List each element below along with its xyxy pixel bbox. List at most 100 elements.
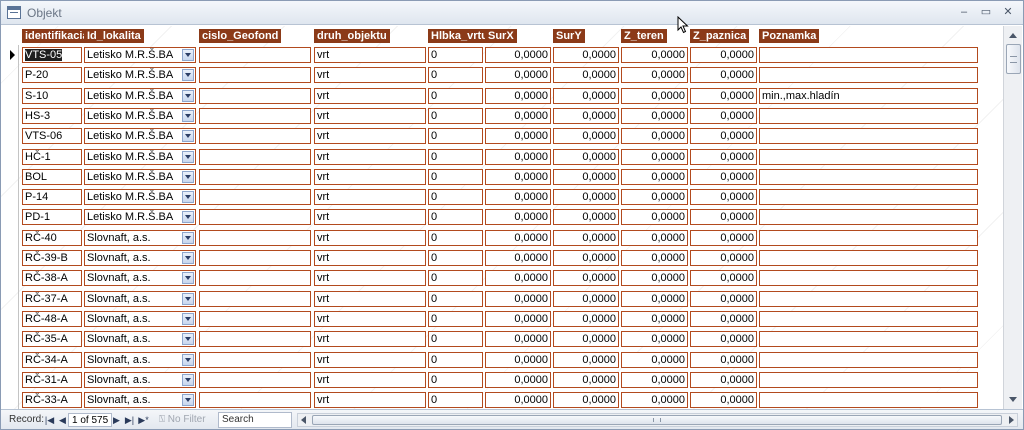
identifikacia-field[interactable]: VTS-05 bbox=[22, 47, 82, 63]
hlbka-vrtu-field[interactable]: 0 bbox=[428, 270, 483, 287]
cislo-geofond-field[interactable] bbox=[199, 168, 311, 185]
identifikacia-field[interactable]: RČ-38-A bbox=[22, 270, 82, 287]
poznamka-field[interactable] bbox=[759, 290, 978, 307]
surx-field[interactable]: 0,0000 bbox=[485, 351, 551, 368]
z-paznica-field[interactable]: 0,0000 bbox=[690, 209, 757, 226]
poznamka-field[interactable] bbox=[759, 371, 978, 388]
z-paznica-field[interactable]: 0,0000 bbox=[690, 270, 757, 287]
druh-objektu-field[interactable]: vrt bbox=[314, 371, 426, 388]
hlbka-vrtu-field[interactable]: 0 bbox=[428, 189, 483, 206]
lokalita-combobox[interactable]: Letisko M.R.Š.BA bbox=[84, 87, 196, 104]
record-selector[interactable] bbox=[3, 85, 19, 107]
horizontal-scrollbar[interactable] bbox=[297, 413, 1018, 427]
record-selector[interactable] bbox=[3, 65, 19, 87]
z-paznica-field[interactable]: 0,0000 bbox=[690, 47, 757, 63]
surx-field[interactable]: 0,0000 bbox=[485, 392, 551, 409]
druh-objektu-field[interactable]: vrt bbox=[314, 209, 426, 226]
record-selector[interactable] bbox=[3, 288, 19, 310]
surx-field[interactable]: 0,0000 bbox=[485, 209, 551, 226]
druh-objektu-field[interactable]: vrt bbox=[314, 290, 426, 307]
druh-objektu-field[interactable]: vrt bbox=[314, 392, 426, 409]
z-paznica-field[interactable]: 0,0000 bbox=[690, 107, 757, 124]
lokalita-combobox[interactable]: Slovnaft, a.s. bbox=[84, 270, 196, 287]
dropdown-arrow-icon[interactable] bbox=[182, 191, 194, 204]
last-record-icon[interactable]: ▶| bbox=[124, 413, 135, 427]
cislo-geofond-field[interactable] bbox=[199, 371, 311, 388]
record-selector[interactable] bbox=[3, 369, 19, 391]
lokalita-combobox[interactable]: Slovnaft, a.s. bbox=[84, 250, 196, 266]
dropdown-arrow-icon[interactable] bbox=[182, 353, 194, 366]
cislo-geofond-field[interactable] bbox=[199, 148, 311, 165]
druh-objektu-field[interactable]: vrt bbox=[314, 128, 426, 145]
surx-field[interactable]: 0,0000 bbox=[485, 168, 551, 185]
druh-objektu-field[interactable]: vrt bbox=[314, 331, 426, 348]
surx-field[interactable]: 0,0000 bbox=[485, 67, 551, 84]
lokalita-combobox[interactable]: Letisko M.R.Š.BA bbox=[84, 128, 196, 145]
lokalita-combobox[interactable]: Letisko M.R.Š.BA bbox=[84, 107, 196, 124]
sury-field[interactable]: 0,0000 bbox=[553, 128, 619, 145]
cislo-geofond-field[interactable] bbox=[199, 270, 311, 287]
hlbka-vrtu-field[interactable]: 0 bbox=[428, 331, 483, 348]
z-teren-field[interactable]: 0,0000 bbox=[621, 331, 688, 348]
surx-field[interactable]: 0,0000 bbox=[485, 290, 551, 307]
cislo-geofond-field[interactable] bbox=[199, 290, 311, 307]
scroll-right-icon[interactable] bbox=[1005, 414, 1017, 426]
minimize-icon[interactable]: – bbox=[955, 5, 973, 20]
identifikacia-field[interactable]: BOL bbox=[22, 168, 82, 185]
lokalita-combobox[interactable]: Letisko M.R.Š.BA bbox=[84, 148, 196, 165]
vertical-scrollbar[interactable] bbox=[1003, 26, 1022, 409]
poznamka-field[interactable] bbox=[759, 310, 978, 327]
z-teren-field[interactable]: 0,0000 bbox=[621, 67, 688, 84]
hlbka-vrtu-field[interactable]: 0 bbox=[428, 371, 483, 388]
druh-objektu-field[interactable]: vrt bbox=[314, 148, 426, 165]
surx-field[interactable]: 0,0000 bbox=[485, 148, 551, 165]
sury-field[interactable]: 0,0000 bbox=[553, 107, 619, 124]
record-selector[interactable] bbox=[3, 126, 19, 148]
sury-field[interactable]: 0,0000 bbox=[553, 148, 619, 165]
poznamka-field[interactable] bbox=[759, 229, 978, 246]
surx-field[interactable]: 0,0000 bbox=[485, 107, 551, 124]
lokalita-combobox[interactable]: Slovnaft, a.s. bbox=[84, 392, 196, 409]
identifikacia-field[interactable]: HČ-1 bbox=[22, 148, 82, 165]
z-paznica-field[interactable]: 0,0000 bbox=[690, 148, 757, 165]
identifikacia-field[interactable]: PD-1 bbox=[22, 209, 82, 226]
close-icon[interactable]: ✕ bbox=[999, 5, 1017, 20]
z-teren-field[interactable]: 0,0000 bbox=[621, 290, 688, 307]
cislo-geofond-field[interactable] bbox=[199, 310, 311, 327]
lokalita-combobox[interactable]: Letisko M.R.Š.BA bbox=[84, 209, 196, 226]
record-selector[interactable] bbox=[3, 349, 19, 371]
z-teren-field[interactable]: 0,0000 bbox=[621, 270, 688, 287]
surx-field[interactable]: 0,0000 bbox=[485, 331, 551, 348]
hlbka-vrtu-field[interactable]: 0 bbox=[428, 351, 483, 368]
cislo-geofond-field[interactable] bbox=[199, 331, 311, 348]
lokalita-combobox[interactable]: Slovnaft, a.s. bbox=[84, 290, 196, 307]
record-selector[interactable] bbox=[3, 207, 19, 229]
z-teren-field[interactable]: 0,0000 bbox=[621, 107, 688, 124]
cislo-geofond-field[interactable] bbox=[199, 189, 311, 206]
hlbka-vrtu-field[interactable]: 0 bbox=[428, 229, 483, 246]
lokalita-combobox[interactable]: Slovnaft, a.s. bbox=[84, 229, 196, 246]
poznamka-field[interactable] bbox=[759, 250, 978, 266]
druh-objektu-field[interactable]: vrt bbox=[314, 351, 426, 368]
dropdown-arrow-icon[interactable] bbox=[182, 312, 194, 325]
sury-field[interactable]: 0,0000 bbox=[553, 371, 619, 388]
sury-field[interactable]: 0,0000 bbox=[553, 47, 619, 63]
poznamka-field[interactable] bbox=[759, 47, 978, 63]
record-selector[interactable] bbox=[3, 187, 19, 209]
z-teren-field[interactable]: 0,0000 bbox=[621, 168, 688, 185]
current-record-field[interactable]: 1 of 575 bbox=[68, 413, 113, 427]
sury-field[interactable]: 0,0000 bbox=[553, 87, 619, 104]
z-teren-field[interactable]: 0,0000 bbox=[621, 87, 688, 104]
identifikacia-field[interactable]: HS-3 bbox=[22, 107, 82, 124]
z-teren-field[interactable]: 0,0000 bbox=[621, 189, 688, 206]
z-paznica-field[interactable]: 0,0000 bbox=[690, 392, 757, 409]
lokalita-combobox[interactable]: Slovnaft, a.s. bbox=[84, 310, 196, 327]
record-selector[interactable] bbox=[3, 390, 19, 412]
surx-field[interactable]: 0,0000 bbox=[485, 87, 551, 104]
cislo-geofond-field[interactable] bbox=[199, 128, 311, 145]
restore-icon[interactable]: ▭ bbox=[977, 5, 995, 20]
druh-objektu-field[interactable]: vrt bbox=[314, 250, 426, 266]
druh-objektu-field[interactable]: vrt bbox=[314, 107, 426, 124]
surx-field[interactable]: 0,0000 bbox=[485, 310, 551, 327]
record-selector[interactable] bbox=[3, 105, 19, 127]
